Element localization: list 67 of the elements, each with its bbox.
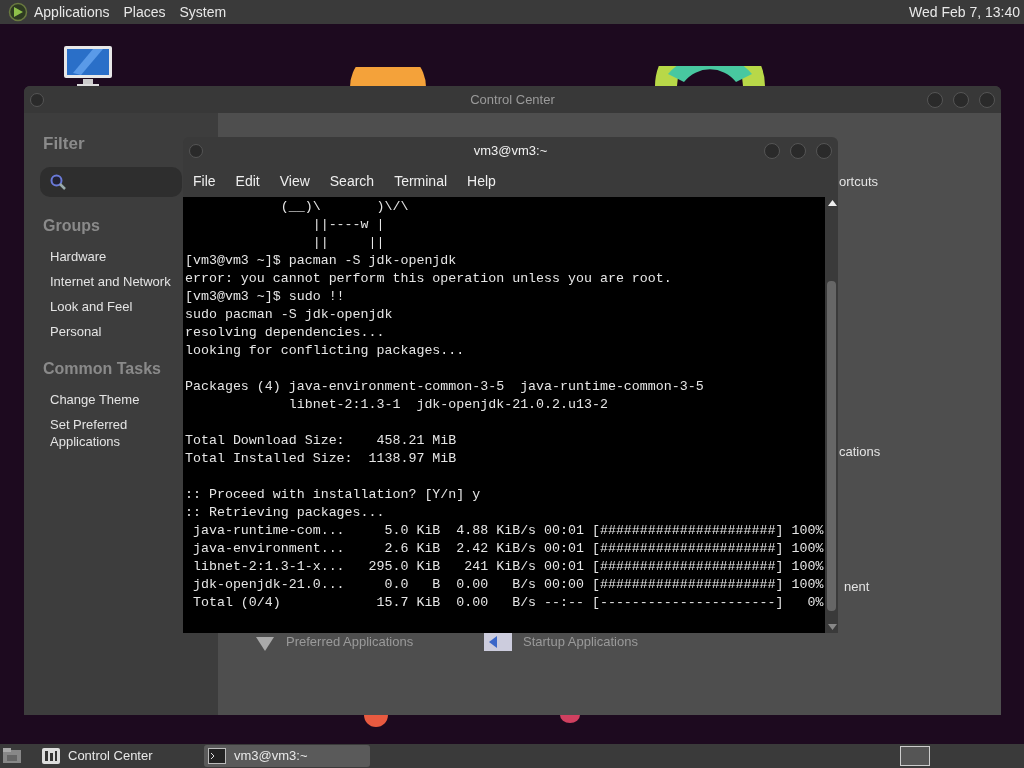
terminal-line: ||----w | xyxy=(311,216,385,234)
minimize-button[interactable] xyxy=(764,143,780,159)
terminal-line: libnet-2:1.3-1-x... 295.0 KiB 241 KiB/s 00:01 [######################] 100% xyxy=(191,558,824,576)
menu-item[interactable]: File xyxy=(193,170,216,192)
terminal-line: [vm3@vm3 ~]$ pacman -S jdk-openjdk xyxy=(185,252,457,270)
panel-menu[interactable]: Applications xyxy=(34,1,110,23)
close-button[interactable] xyxy=(979,91,995,108)
scroll-down-icon[interactable] xyxy=(828,624,837,630)
terminal-line: || || xyxy=(311,234,385,252)
terminal-line: jdk-openjdk-21.0... 0.0 B 0.00 B/s 00:00 [######################] 100% xyxy=(191,576,824,594)
panel-menu[interactable]: System xyxy=(179,1,227,23)
workspace-switcher[interactable] xyxy=(900,746,930,766)
terminal-line: java-runtime-com... 5.0 KiB 4.88 KiB/s 00:01 [######################] 100% xyxy=(191,522,824,540)
sidebar-item[interactable]: Hardware xyxy=(50,247,107,265)
sidebar-item[interactable]: Personal xyxy=(50,322,102,340)
menu-item[interactable]: View xyxy=(279,170,310,192)
scrollbar-thumb[interactable] xyxy=(827,281,836,611)
terminal-line: sudo pacman -S jdk-openjdk xyxy=(185,306,393,324)
section-heading: Common Tasks xyxy=(43,358,161,379)
maximize-button[interactable] xyxy=(790,143,806,159)
terminal-line: Total (0/4) 15.7 KiB 0.00 B/s --:-- [----------------------] 0% xyxy=(191,594,824,612)
clock: Wed Feb 7, 13:40 xyxy=(908,2,1020,22)
sidebar-item[interactable]: Look and Feel xyxy=(50,297,133,315)
item-label[interactable]: cations xyxy=(839,442,881,462)
menu-item[interactable]: Search xyxy=(329,170,375,192)
terminal-line: error: you cannot perform this operation unless you are root. xyxy=(185,270,672,288)
sidebar-item[interactable]: Set Preferred Applications xyxy=(50,415,180,450)
menu-item[interactable]: Help xyxy=(467,170,496,192)
terminal-line: Total Installed Size: 1138.97 MiB xyxy=(185,450,457,468)
terminal-line: (__)\ )\/\ xyxy=(279,198,409,216)
circle-drawing xyxy=(560,715,580,723)
section-heading: Groups xyxy=(43,215,100,236)
computer-icon[interactable] xyxy=(63,45,113,89)
sidebar-item[interactable]: Internet and Network xyxy=(50,272,171,290)
terminal-line: :: Retrieving packages... xyxy=(185,504,385,522)
terminal-icon xyxy=(208,748,226,764)
terminal-line: Total Download Size: 458.21 MiB xyxy=(185,432,457,450)
panel-menu[interactable]: Places xyxy=(123,1,166,23)
scrollbar[interactable] xyxy=(825,197,838,633)
window-title: Control Center xyxy=(470,90,555,109)
menu-item[interactable]: Terminal xyxy=(394,170,448,192)
terminal-line: resolving dependencies... xyxy=(185,324,385,342)
sidebar-item[interactable]: Change Theme xyxy=(50,390,140,408)
window-menu-button[interactable] xyxy=(189,144,203,158)
menu-item[interactable]: Edit xyxy=(235,170,260,192)
scroll-up-icon[interactable] xyxy=(828,200,837,206)
window-menu-button[interactable] xyxy=(30,92,44,107)
control-panel-icon xyxy=(42,748,60,764)
terminal-line: looking for conflicting packages... xyxy=(185,342,465,360)
minimize-button[interactable] xyxy=(927,91,943,108)
filter-label: Filter xyxy=(43,133,85,155)
terminal-line: java-environment... 2.6 KiB 2.42 KiB/s 00:01 [######################] 100% xyxy=(191,540,824,558)
window-title: vm3@vm3:~ xyxy=(473,142,548,161)
search-field[interactable] xyxy=(40,166,182,197)
terminal-line: [vm3@vm3 ~]$ sudo !! xyxy=(185,288,345,306)
taskbar-button[interactable]: Control Center xyxy=(38,745,204,767)
item-label[interactable]: ortcuts xyxy=(839,172,878,192)
close-button[interactable] xyxy=(816,143,832,159)
item-label[interactable]: nent xyxy=(844,577,870,597)
terminal-line: libnet-2:1.3-1 jdk-openjdk-21.0.2.u13-2 xyxy=(287,396,608,414)
maximize-button[interactable] xyxy=(953,91,969,108)
terminal-line: :: Proceed with installation? [Y/n] y xyxy=(185,486,481,504)
terminal-line: Packages (4) java-environment-common-3-5 java-runtime-common-3-5 xyxy=(185,378,704,396)
logo-icon[interactable] xyxy=(8,2,28,22)
taskbar-button[interactable]: vm3@vm3:~ xyxy=(204,745,370,767)
show-desktop-icon[interactable] xyxy=(2,747,22,765)
search-icon xyxy=(50,173,66,190)
